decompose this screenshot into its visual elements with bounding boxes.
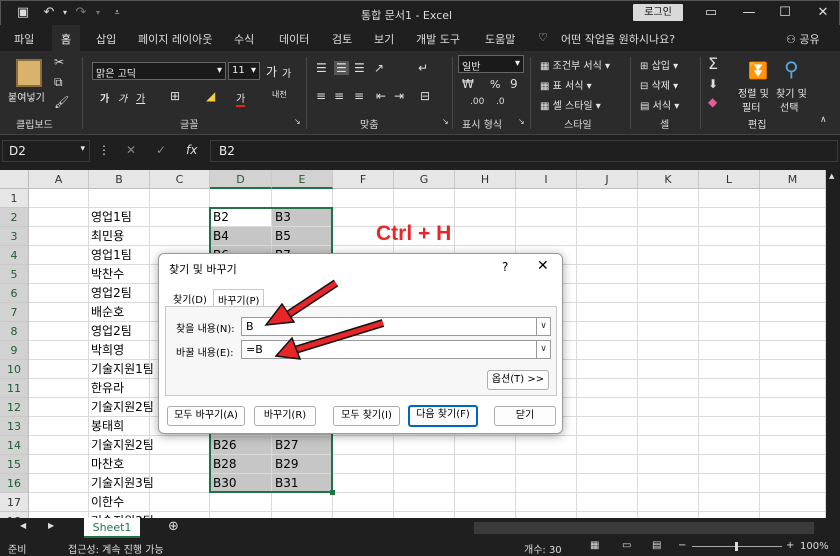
annotation-arrows (264, 279, 385, 360)
add-sheet-icon[interactable]: ⊕ (168, 519, 179, 534)
zoom-level[interactable]: 100% (800, 541, 829, 552)
status-bar: 준비 접근성: 계속 진행 가능 개수: 30 ▦ ▭ ▤ − + 100% (0, 538, 840, 556)
page-break-icon[interactable]: ▤ (652, 540, 661, 551)
zoom-in-icon[interactable]: + (786, 540, 794, 551)
page-layout-icon[interactable]: ▭ (622, 540, 631, 551)
sheet-tab-bar: ◀ ▶ Sheet1 ⊕ (0, 518, 840, 538)
arrow-to-find-input (264, 279, 339, 326)
normal-view-icon[interactable]: ▦ (590, 540, 599, 551)
prev-sheet-icon[interactable]: ◀ (20, 521, 26, 530)
zoom-out-icon[interactable]: − (678, 540, 686, 551)
next-sheet-icon[interactable]: ▶ (48, 521, 54, 530)
arrow-to-replace-input (274, 319, 385, 360)
zoom-thumb[interactable] (735, 542, 738, 551)
horizontal-scrollbar[interactable] (474, 522, 814, 534)
sheet-tab-sheet1[interactable]: Sheet1 (84, 518, 140, 538)
